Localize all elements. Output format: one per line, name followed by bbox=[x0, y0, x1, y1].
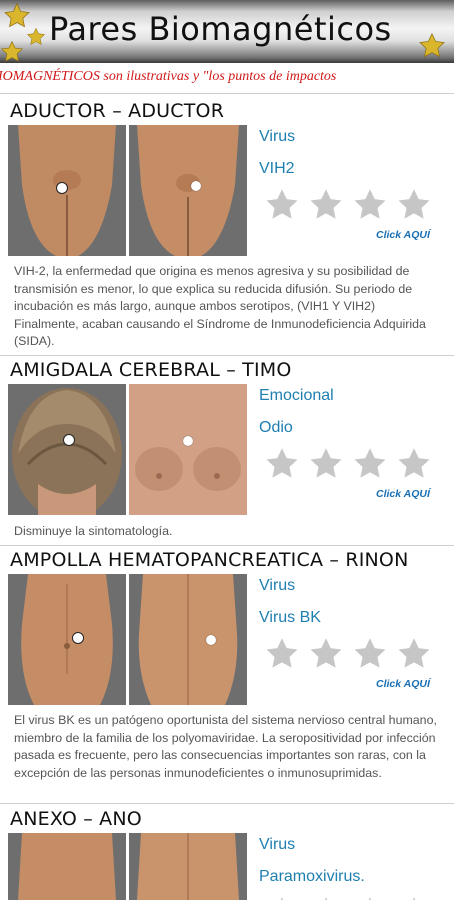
gold-star-icon bbox=[26, 27, 46, 46]
divider bbox=[0, 93, 454, 94]
pathogen-link[interactable]: VIH2 bbox=[259, 160, 295, 178]
pair-title: ANEXO – ANO bbox=[10, 808, 142, 830]
star-icon[interactable] bbox=[307, 636, 345, 672]
body-point-image bbox=[8, 125, 126, 256]
star-icon[interactable] bbox=[307, 895, 345, 900]
impact-point-icon bbox=[183, 436, 193, 446]
star-rating[interactable] bbox=[263, 187, 438, 227]
star-icon[interactable] bbox=[395, 187, 433, 223]
divider bbox=[0, 803, 454, 804]
star-icon[interactable] bbox=[263, 187, 301, 223]
body-point-image bbox=[8, 574, 126, 705]
click-here-link[interactable]: Click AQUÍ bbox=[376, 678, 430, 690]
description: El virus BK es un patógeno oportunista d… bbox=[14, 713, 437, 780]
list-item[interactable]: AMIGDALA CEREBRAL – TIMO Emocional Odio … bbox=[0, 359, 454, 543]
list-item[interactable]: ADUCTOR – ADUCTOR Virus VIH2 Click AQUÍ … bbox=[0, 100, 454, 353]
gold-star-icon bbox=[419, 32, 445, 58]
app-header: Pares Biomagnéticos bbox=[0, 0, 454, 63]
star-icon[interactable] bbox=[307, 446, 345, 482]
star-icon[interactable] bbox=[395, 636, 433, 672]
gold-star-icon bbox=[4, 2, 30, 28]
star-icon[interactable] bbox=[395, 446, 433, 482]
divider bbox=[0, 355, 454, 356]
body-point-image bbox=[129, 574, 247, 705]
description: Disminuye la sintomatología. bbox=[14, 524, 173, 538]
pathogen-link[interactable]: Virus BK bbox=[259, 609, 321, 627]
star-icon[interactable] bbox=[263, 636, 301, 672]
star-icon[interactable] bbox=[307, 187, 345, 223]
disclaimer-marquee: IOMAGNÉTICOS son ilustrativas y "los pun… bbox=[0, 63, 454, 93]
click-here-link[interactable]: Click AQUÍ bbox=[376, 488, 430, 500]
click-here-link[interactable]: Click AQUÍ bbox=[376, 229, 430, 241]
body-point-image bbox=[129, 125, 247, 256]
category-link[interactable]: Virus bbox=[259, 836, 295, 854]
gold-star-icon bbox=[1, 40, 23, 62]
impact-point-icon bbox=[206, 635, 216, 645]
list-item[interactable]: ANEXO – ANO Virus Paramoxivirus. bbox=[0, 808, 454, 900]
star-icon[interactable] bbox=[263, 446, 301, 482]
body-point-image bbox=[8, 384, 126, 515]
list-item[interactable]: AMPOLLA HEMATOPANCREATICA – RINON Virus … bbox=[0, 549, 454, 801]
star-icon[interactable] bbox=[395, 895, 433, 900]
divider bbox=[0, 545, 454, 546]
star-rating[interactable] bbox=[263, 895, 438, 900]
star-rating[interactable] bbox=[263, 446, 438, 486]
pair-title: AMPOLLA HEMATOPANCREATICA – RINON bbox=[10, 549, 409, 571]
body-point-image bbox=[129, 384, 247, 515]
star-icon[interactable] bbox=[263, 895, 301, 900]
category-link[interactable]: Virus bbox=[259, 128, 295, 146]
pair-title: ADUCTOR – ADUCTOR bbox=[10, 100, 225, 122]
star-icon[interactable] bbox=[351, 187, 389, 223]
impact-point-icon bbox=[56, 182, 68, 194]
app-title: Pares Biomagnéticos bbox=[49, 10, 392, 48]
star-icon[interactable] bbox=[351, 895, 389, 900]
impact-point-icon bbox=[72, 632, 84, 644]
star-icon[interactable] bbox=[351, 446, 389, 482]
star-rating[interactable] bbox=[263, 636, 438, 676]
pair-title: AMIGDALA CEREBRAL – TIMO bbox=[10, 359, 292, 381]
disclaimer-text: IOMAGNÉTICOS son ilustrativas y "los pun… bbox=[0, 69, 337, 84]
description: VIH-2, la enfermedad que origina es meno… bbox=[14, 264, 426, 349]
star-icon[interactable] bbox=[351, 636, 389, 672]
category-link[interactable]: Emocional bbox=[259, 387, 334, 405]
pathogen-link[interactable]: Odio bbox=[259, 419, 293, 437]
body-point-image bbox=[8, 833, 126, 900]
pathogen-link[interactable]: Paramoxivirus. bbox=[259, 868, 365, 886]
impact-point-icon bbox=[191, 181, 201, 191]
body-point-image bbox=[129, 833, 247, 900]
impact-point-icon bbox=[63, 434, 75, 446]
category-link[interactable]: Virus bbox=[259, 577, 295, 595]
